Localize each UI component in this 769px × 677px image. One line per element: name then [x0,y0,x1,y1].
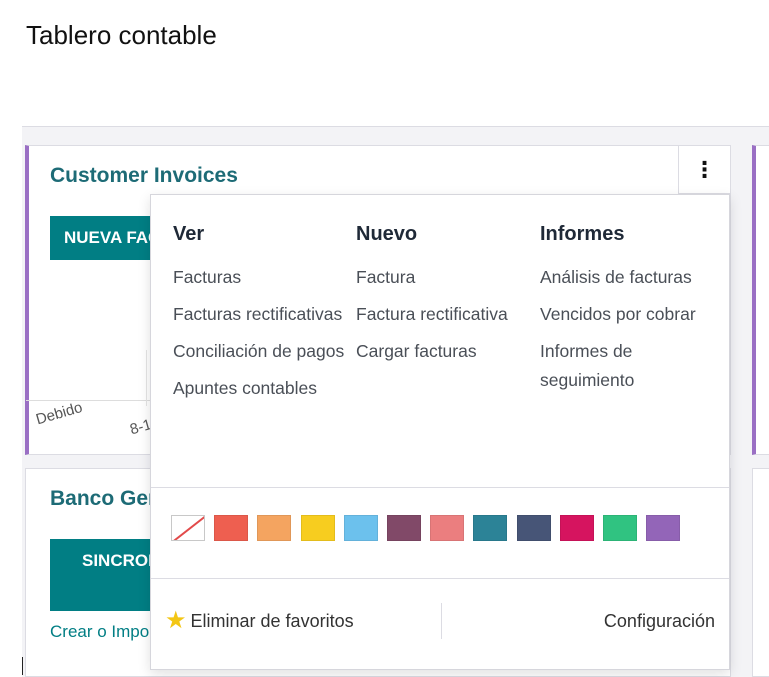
menu-item-vencidos-por-cobrar[interactable]: Vencidos por cobrar [540,300,718,329]
dropdown-column-nuevo: Nuevo Factura Factura rectificativa Carg… [356,223,534,374]
journal-card-right-partial-2 [752,468,769,677]
menu-item-facturas-rectificativas[interactable]: Facturas rectificativas [173,300,351,329]
dropdown-footer: ★ Eliminar de favoritos Configuración [151,579,729,669]
text-cursor [22,657,23,675]
menu-item-cargar-facturas[interactable]: Cargar facturas [356,337,534,366]
column-title-informes: Informes [540,223,625,245]
star-icon: ★ [165,607,187,634]
column-title-nuevo: Nuevo [356,223,418,245]
footer-separator [441,603,442,639]
remove-favorite-button[interactable]: ★ Eliminar de favoritos [165,609,354,633]
color-swatch-11[interactable] [646,515,681,541]
menu-item-informes-seguimiento[interactable]: Informes de seguimiento [540,337,718,395]
card-options-button[interactable]: ⋮ [678,146,730,194]
card-options-dropdown: Ver Facturas Facturas rectificativas Con… [150,194,730,670]
color-swatch-none[interactable] [171,515,205,541]
menu-item-nueva-factura[interactable]: Factura [356,263,534,292]
vertical-ellipsis-icon: ⋮ [693,156,716,182]
color-swatch-6[interactable] [430,515,465,541]
dropdown-divider [151,487,729,488]
graph-baseline [26,400,156,401]
color-swatch-2[interactable] [257,515,292,541]
graph-bar-edge [146,350,147,406]
menu-item-conciliacion-pagos[interactable]: Conciliación de pagos [173,337,351,366]
column-title-ver: Ver [173,223,205,245]
color-picker [171,515,689,541]
color-swatch-9[interactable] [559,515,594,541]
dropdown-column-ver: Ver Facturas Facturas rectificativas Con… [173,223,351,411]
color-swatch-8[interactable] [516,515,551,541]
color-swatch-1[interactable] [214,515,249,541]
menu-item-apuntes-contables[interactable]: Apuntes contables [173,374,351,403]
menu-item-analisis-facturas[interactable]: Análisis de facturas [540,263,718,292]
journal-title-invoices[interactable]: Customer Invoices [50,164,238,188]
configuration-button[interactable]: Configuración [604,611,715,632]
color-swatch-4[interactable] [343,515,378,541]
menu-item-nueva-factura-rectificativa[interactable]: Factura rectificativa [356,300,534,329]
dropdown-column-informes: Informes Análisis de facturas Vencidos p… [540,223,718,403]
menu-item-facturas[interactable]: Facturas [173,263,351,292]
remove-favorite-label: Eliminar de favoritos [190,610,354,631]
color-swatch-7[interactable] [473,515,508,541]
journal-card-right-partial [752,145,769,455]
color-swatch-5[interactable] [386,515,421,541]
page-title: Tablero contable [26,20,217,50]
color-swatch-3[interactable] [300,515,335,541]
color-swatch-10[interactable] [602,515,637,541]
